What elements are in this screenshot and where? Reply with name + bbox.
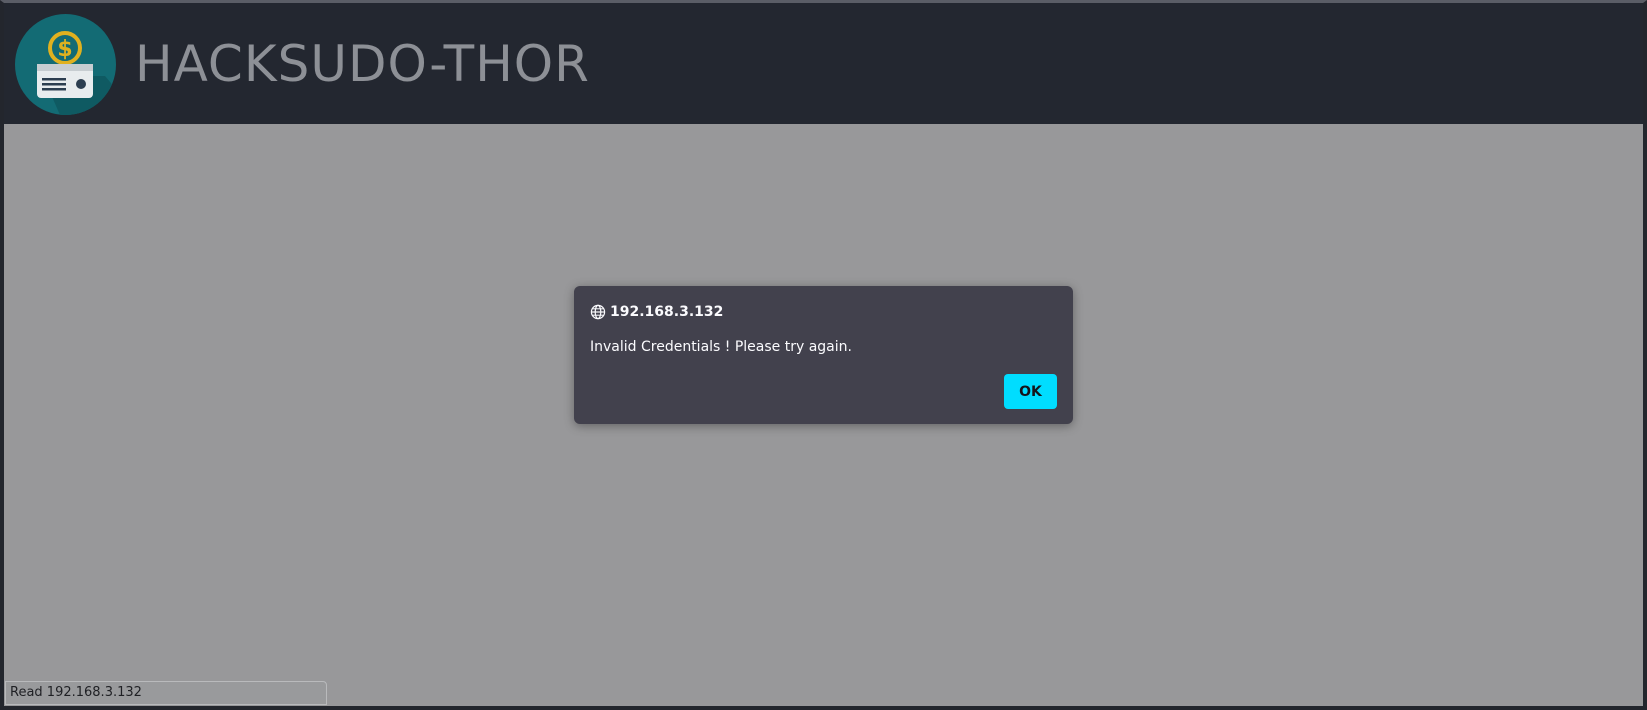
alert-dialog: 192.168.3.132 Invalid Credentials ! Plea… xyxy=(574,286,1073,424)
site-title: HACKSUDO-THOR xyxy=(135,35,590,93)
site-logo: $ xyxy=(15,14,116,115)
money-card-icon: $ xyxy=(37,31,116,115)
globe-icon xyxy=(590,304,606,320)
dialog-origin-text: 192.168.3.132 xyxy=(610,304,724,320)
svg-text:$: $ xyxy=(57,37,72,62)
status-bar: Read 192.168.3.132 xyxy=(5,681,327,705)
ok-button[interactable]: OK xyxy=(1004,374,1057,409)
dialog-message: Invalid Credentials ! Please try again. xyxy=(590,339,852,355)
site-header: $ HACKSUDO-THOR xyxy=(4,3,1643,124)
dialog-origin: 192.168.3.132 xyxy=(590,302,723,322)
